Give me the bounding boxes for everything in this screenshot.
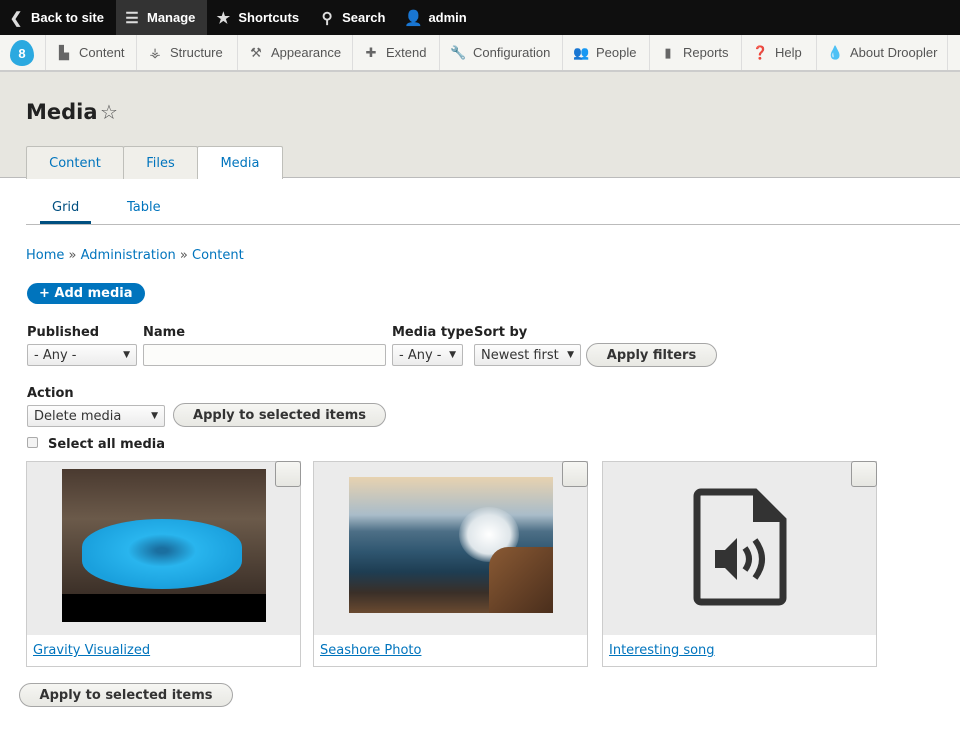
media-select-checkbox[interactable] [562,461,588,487]
tray-label: Extend [386,45,427,60]
select-all-label[interactable]: Select all media [48,437,165,452]
dropdown-arrow-icon: ▼ [567,350,574,360]
shortcut-star-icon[interactable]: ☆ [100,100,118,124]
tab-files[interactable]: Files [123,146,198,179]
published-value: - Any - [34,347,77,363]
sort-by-value: Newest first [481,347,559,363]
tray-label: Structure [170,45,223,60]
back-label: Back to site [31,10,104,25]
tray-label: Configuration [473,45,551,60]
sort-by-select[interactable]: Newest first ▼ [474,344,581,366]
tray-configuration[interactable]: 🔧 Configuration [440,35,563,70]
media-link[interactable]: Seashore Photo [320,643,421,658]
media-link[interactable]: Gravity Visualized [33,643,150,658]
media-thumbnail[interactable] [27,462,300,635]
bottom-apply-selected-button[interactable]: Apply to selected items [19,683,233,707]
tray-label: Reports [683,45,729,60]
drupal-icon: 8 [10,39,34,66]
search-icon: ⚲ [321,9,333,27]
tray-label: Appearance [271,45,342,60]
back-to-site-link[interactable]: ❮ Back to site [0,0,116,35]
shortcuts-label: Shortcuts [238,10,300,25]
media-thumbnail[interactable] [603,462,876,635]
published-select[interactable]: - Any - ▼ [27,344,137,366]
name-label: Name [143,325,186,340]
tab-content[interactable]: Content [26,146,124,179]
breadcrumb-administration[interactable]: Administration [81,248,176,263]
media-type-select[interactable]: - Any - ▼ [392,344,463,366]
media-thumbnail[interactable] [314,462,587,635]
dropdown-arrow-icon: ▼ [449,350,456,360]
admin-toolbar: ❮ Back to site ☰ Manage ★ Shortcuts ⚲ Search… [0,0,960,35]
help-icon: ❓ [752,44,769,60]
media-type-value: - Any - [399,347,442,363]
dropdown-arrow-icon: ▼ [151,411,158,421]
media-link[interactable]: Interesting song [609,643,715,658]
wrench-icon: 🔧 [450,44,467,60]
tray-help[interactable]: ❓ Help [742,35,817,70]
search-label: Search [342,10,386,25]
add-media-button[interactable]: + Add media [27,283,145,304]
media-select-checkbox[interactable] [851,461,877,487]
video-thumbnail [62,469,266,622]
tray-label: People [596,45,637,60]
tray-content[interactable]: ▙ Content [46,35,137,70]
media-card: Interesting song [602,461,877,667]
back-arrow-icon: ❮ [9,9,23,27]
paintbrush-icon: ⚒ [250,44,262,60]
media-type-label: Media type [392,325,474,340]
tab-grid[interactable]: Grid [40,200,92,224]
breadcrumb-content[interactable]: Content [192,248,244,263]
manage-label: Manage [146,10,196,25]
tab-media[interactable]: Media [197,146,283,179]
action-select[interactable]: Delete media ▼ [27,405,165,427]
media-card: Gravity Visualized [26,461,301,667]
name-input[interactable] [143,344,386,366]
menu-icon: ☰ [125,9,139,27]
shortcuts-tab[interactable]: ★ Shortcuts [207,0,311,35]
user-icon: 👤 [404,9,423,27]
action-value: Delete media [34,408,122,424]
sort-by-label: Sort by [474,325,528,340]
user-label: admin [428,10,467,25]
file-icon: ▙ [59,44,69,60]
tray-about-droopler[interactable]: 💧 About Droopler [817,35,948,70]
breadcrumb: Home » Administration » Content [26,248,244,263]
admin-tray: 8 ▙ Content ⚶ Structure ⚒ Appearance ✚ Exten… [0,35,960,72]
droopler-icon: 💧 [827,44,844,60]
breadcrumb-sep: » [179,248,188,263]
apply-selected-button[interactable]: Apply to selected items [173,403,386,427]
media-card: Seashore Photo [313,461,588,667]
tray-label: About Droopler [850,45,938,60]
tabs-divider [26,224,960,225]
published-label: Published [27,325,100,340]
tray-label: Help [775,45,802,60]
tray-extend[interactable]: ✚ Extend [353,35,440,70]
puzzle-icon: ✚ [365,44,377,60]
audio-file-icon [693,488,787,606]
bar-chart-icon: ▮ [664,44,672,60]
breadcrumb-sep: » [68,248,77,263]
manage-tab[interactable]: ☰ Manage [115,0,208,35]
people-icon: 👥 [573,44,590,60]
tray-structure[interactable]: ⚶ Structure [137,35,238,70]
tray-label: Content [79,45,125,60]
breadcrumb-home[interactable]: Home [26,248,64,263]
action-label: Action [27,386,74,401]
apply-filters-button[interactable]: Apply filters [586,343,717,367]
page-title: Media [26,100,98,124]
select-all-checkbox[interactable] [27,437,38,448]
tray-people[interactable]: 👥 People [563,35,650,70]
sitemap-icon: ⚶ [149,44,161,60]
tray-appearance[interactable]: ⚒ Appearance [238,35,353,70]
user-tab[interactable]: 👤 admin [397,0,478,35]
tab-table[interactable]: Table [115,200,173,224]
drupal-logo[interactable]: 8 [0,35,46,70]
dropdown-arrow-icon: ▼ [123,350,130,360]
tray-reports[interactable]: ▮ Reports [650,35,742,70]
seashore-photo [349,477,553,613]
media-select-checkbox[interactable] [275,461,301,487]
star-icon: ★ [216,9,231,27]
search-tab[interactable]: ⚲ Search [311,0,397,35]
